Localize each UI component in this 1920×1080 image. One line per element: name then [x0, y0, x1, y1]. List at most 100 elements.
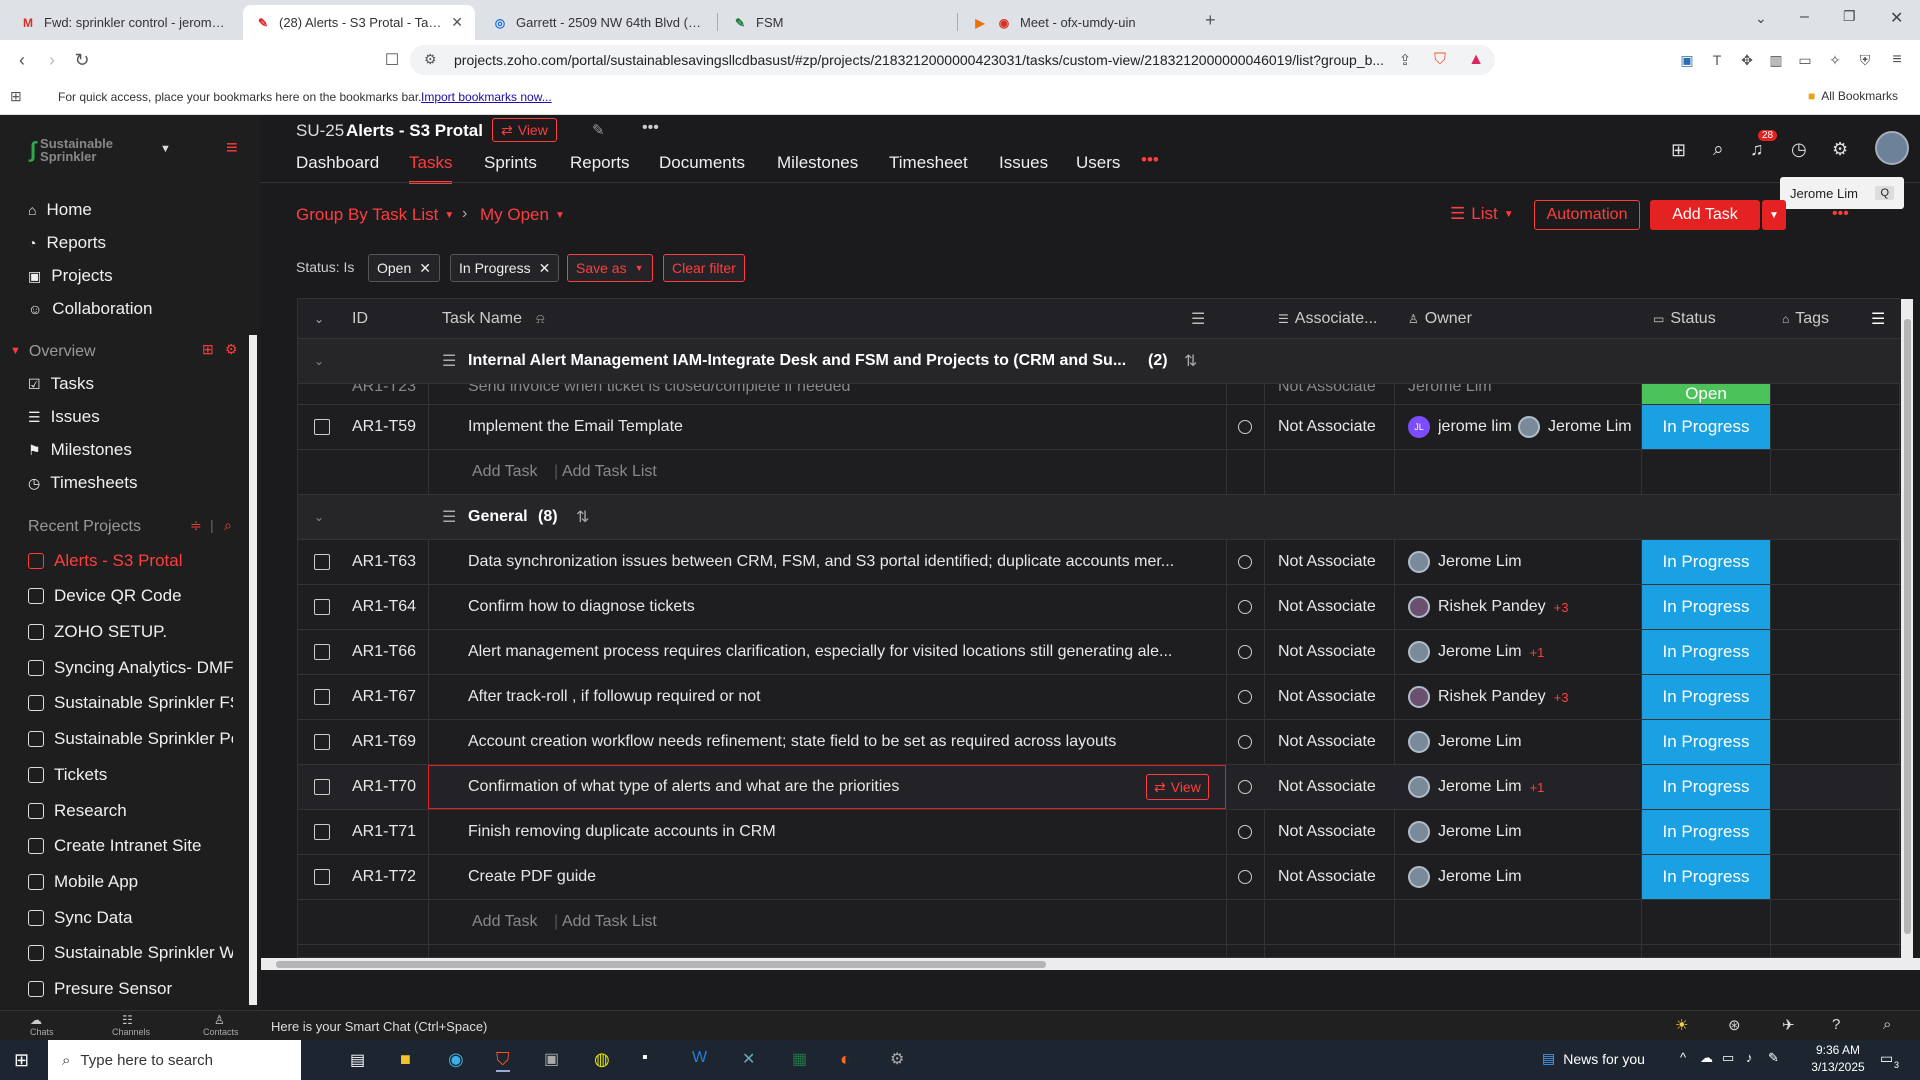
drag-handle-icon[interactable]: ☰	[442, 339, 456, 383]
owner-cell[interactable]: JL jerome lim Jerome Lim	[1408, 405, 1638, 449]
sidebar-item-home[interactable]: ⌂ Home	[28, 195, 233, 225]
table-row[interactable]: AR1-T71 Finish removing duplicate accoun…	[298, 810, 1901, 855]
row-checkbox[interactable]	[314, 630, 330, 674]
browser-tab-zoho[interactable]: ✎ (28) Alerts - S3 Protal - Tasks ✕	[243, 5, 475, 40]
zoom-search-icon[interactable]: ⌕	[1883, 1016, 1891, 1033]
timer-icon[interactable]	[1238, 405, 1252, 449]
row-checkbox[interactable]	[314, 855, 330, 899]
timer-icon[interactable]	[1238, 855, 1252, 899]
user-avatar[interactable]	[1875, 131, 1909, 165]
timer-icon[interactable]: ◷	[1791, 139, 1807, 160]
vertical-scrollbar[interactable]	[1901, 299, 1913, 958]
owner-cell[interactable]: Jerome Lim	[1408, 540, 1530, 584]
add-column-icon[interactable]: ☰	[1871, 299, 1885, 338]
pen-icon[interactable]: ✎	[1768, 1050, 1779, 1066]
channels-label[interactable]: Channels	[112, 1027, 150, 1037]
table-row[interactable]: AR1-T23 Send invoice when ticket is clos…	[298, 384, 1901, 405]
brave-rewards-icon[interactable]: ▲	[1464, 48, 1488, 72]
timer-icon[interactable]	[1238, 720, 1252, 764]
horizontal-scrollbar[interactable]	[261, 958, 1920, 970]
collapse-chevron-icon[interactable]: ⌄	[314, 495, 324, 539]
row-view-button[interactable]: ⇄ View	[1146, 774, 1209, 800]
search-icon[interactable]: ⌕	[1713, 139, 1724, 161]
owner-cell[interactable]: Jerome Lim	[1408, 720, 1530, 764]
monitor-icon[interactable]: ▭	[1722, 1050, 1734, 1066]
new-tab-icon[interactable]: +	[1205, 10, 1216, 31]
recent-project-item[interactable]: Sustainable Sprinkler FS	[28, 688, 233, 718]
status-badge[interactable]: In Progress	[1642, 810, 1770, 854]
tab-users[interactable]: Users	[1076, 153, 1120, 173]
status-badge[interactable]: In Progress	[1642, 630, 1770, 674]
status-badge[interactable]: In Progress	[1642, 540, 1770, 584]
tab-timesheet[interactable]: Timesheet	[889, 153, 968, 173]
close-tab-icon[interactable]: ✕	[451, 14, 463, 31]
help-icon[interactable]: ?	[1832, 1016, 1840, 1033]
status-badge[interactable]: In Progress	[1642, 720, 1770, 764]
browser-tab-fsm[interactable]: ✎ FSM	[720, 5, 955, 40]
owner-cell[interactable]: Jerome Lim +1	[1408, 630, 1544, 674]
windows-start-icon[interactable]: ⊞	[14, 1050, 29, 1071]
org-switch-chevron-icon[interactable]: ▼	[160, 143, 171, 155]
owner-cell[interactable]: Jerome Lim	[1408, 855, 1530, 899]
automation-button[interactable]: Automation	[1534, 200, 1640, 230]
notification-center-icon[interactable]: ▭	[1880, 1050, 1893, 1067]
tab-tasks[interactable]: Tasks	[409, 153, 453, 184]
drag-handle-icon[interactable]: ☰	[442, 495, 456, 539]
recent-project-item[interactable]: Sync Data	[28, 903, 233, 933]
recent-project-item[interactable]: Sustainable Sprinkler Po	[28, 724, 233, 754]
announcements-icon[interactable]: ✈	[1782, 1016, 1795, 1034]
status-badge[interactable]: In Progress	[1642, 765, 1770, 809]
status-badge[interactable]: In Progress	[1642, 675, 1770, 719]
task-name[interactable]: Send invoice when ticket is closed/compl…	[468, 384, 850, 402]
row-checkbox[interactable]	[314, 810, 330, 854]
recent-project-item[interactable]: Create Intranet Site	[28, 831, 233, 861]
tab-documents[interactable]: Documents	[659, 153, 745, 173]
bookmark-icon[interactable]: ☐	[380, 48, 404, 72]
table-row[interactable]: AR1-T64 Confirm how to diagnose tickets …	[298, 585, 1901, 630]
cloud-icon[interactable]: ☁	[1700, 1050, 1713, 1066]
status-badge[interactable]: Open	[1642, 384, 1770, 404]
column-owner[interactable]: ♙ Owner	[1408, 299, 1472, 338]
tab-issues[interactable]: Issues	[999, 153, 1048, 173]
accessibility-icon[interactable]: ⊛	[1728, 1016, 1741, 1034]
brave-icon[interactable]: ⛉	[496, 1049, 510, 1072]
forward-icon[interactable]: ›	[40, 48, 64, 72]
dev-tool-icon[interactable]: ✕	[742, 1049, 755, 1069]
microphone-icon[interactable]: ♪	[1746, 1050, 1753, 1065]
owner-name[interactable]: Jerome Lim	[1408, 384, 1492, 402]
task-name[interactable]: Finish removing duplicate accounts in CR…	[468, 810, 1218, 854]
add-task-list-link[interactable]: Add Task List	[562, 900, 657, 944]
contacts-label[interactable]: Contacts	[203, 1027, 239, 1037]
import-bookmarks-link[interactable]: Import bookmarks now...	[421, 90, 552, 104]
table-row[interactable]: AR1-T72 Create PDF guide Not Associate J…	[298, 855, 1901, 900]
sidebar-item-tasks[interactable]: ☑ Tasks	[28, 369, 233, 399]
contacts-icon[interactable]: ♙	[214, 1013, 225, 1027]
timer-icon[interactable]	[1238, 540, 1252, 584]
restore-icon[interactable]: ❐	[1843, 8, 1856, 25]
reload-icon[interactable]: ↻	[70, 48, 94, 72]
tab-reports[interactable]: Reports	[570, 153, 630, 173]
table-row[interactable]: AR1-T63 Data synchronization issues betw…	[298, 540, 1901, 585]
extension-t-icon[interactable]: T	[1705, 48, 1729, 72]
recent-project-item[interactable]: Sustainable Sprinkler W	[28, 938, 233, 968]
column-associate[interactable]: ☰ Associate...	[1278, 299, 1377, 338]
scrollbar-thumb[interactable]	[276, 961, 1046, 968]
owner-cell[interactable]: Rishek Pandey +3	[1408, 675, 1568, 719]
task-name[interactable]: Confirm how to diagnose tickets	[468, 585, 1218, 629]
filter-chip-in-progress[interactable]: In Progress ✕	[450, 254, 560, 282]
recent-project-item[interactable]: Tickets	[28, 760, 233, 790]
column-tags[interactable]: ⌂ Tags	[1782, 299, 1829, 338]
edit-icon[interactable]: ✎	[592, 121, 605, 139]
group-header[interactable]: ⌄ ☰ Internal Alert Management IAM-Integr…	[298, 339, 1901, 384]
search-icon[interactable]: ⌕	[224, 517, 232, 534]
filter-chip-open[interactable]: Open ✕	[368, 254, 440, 282]
clock-date[interactable]: 3/13/2025	[1806, 1060, 1870, 1074]
select-all-chevron-icon[interactable]: ⌄	[314, 299, 334, 338]
menu-icon[interactable]: ≡	[1885, 48, 1909, 72]
column-settings-icon[interactable]: ☰	[1191, 299, 1205, 338]
brave-shield-icon[interactable]: ⛉	[1428, 48, 1452, 72]
row-checkbox[interactable]	[314, 585, 330, 629]
sidebar-item-issues[interactable]: ☰ Issues	[28, 402, 233, 432]
task-name[interactable]: Data synchronization issues between CRM,…	[468, 540, 1218, 584]
timer-icon[interactable]	[1238, 675, 1252, 719]
